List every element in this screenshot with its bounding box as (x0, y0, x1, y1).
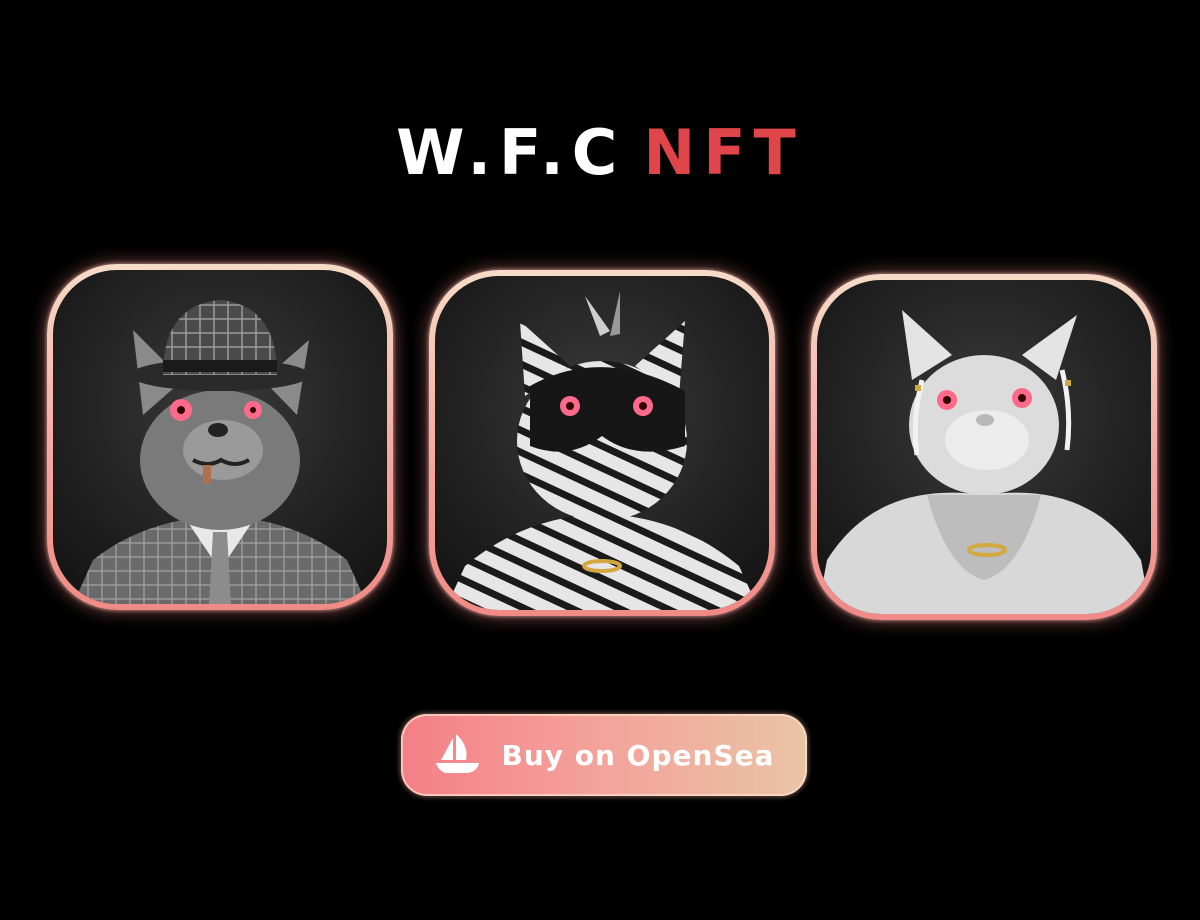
nft-image-3 (817, 280, 1151, 614)
wolf-bowler-hat-suit-avatar-icon (73, 300, 367, 604)
nft-card-1[interactable] (47, 264, 393, 610)
nft-card-2[interactable] (429, 270, 775, 616)
page-title: W.F.C NFT (0, 118, 1200, 188)
title-nft: NFT (643, 116, 804, 189)
tiger-striped-masked-avatar-icon (445, 291, 759, 610)
opensea-ship-icon (436, 734, 480, 773)
nft-image-1 (53, 270, 387, 604)
buy-button-label: Buy on OpenSea (501, 738, 775, 772)
title-wfc: W.F.C (396, 116, 626, 189)
nft-card-3[interactable] (811, 274, 1157, 620)
buy-on-opensea-button[interactable]: Buy on OpenSea (401, 714, 807, 796)
white-wolf-fur-coat-avatar-icon (817, 310, 1151, 614)
nft-image-2 (435, 276, 769, 610)
